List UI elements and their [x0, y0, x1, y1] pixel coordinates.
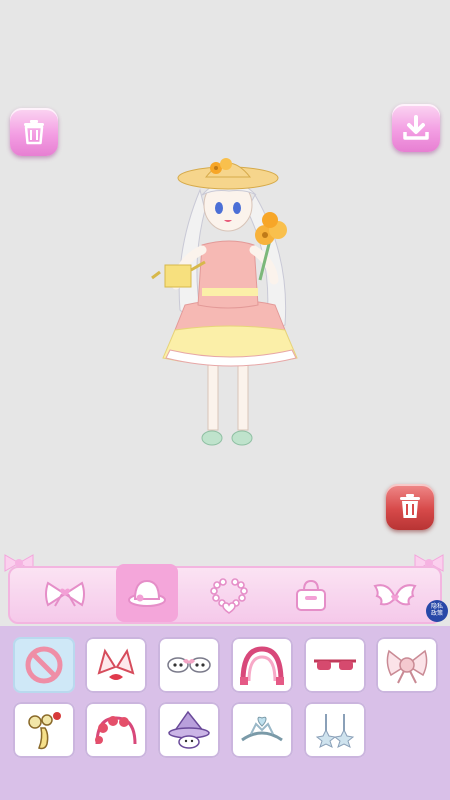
bow-icon: [45, 581, 85, 607]
hat-icon: [128, 579, 166, 607]
tab-wings[interactable]: [362, 564, 424, 622]
wings-icon: [373, 584, 417, 606]
item-sunglasses[interactable]: [304, 637, 366, 693]
item-tiara[interactable]: [231, 702, 293, 758]
privacy-policy-label: 隐私政策: [430, 604, 443, 617]
cat-ears-icon: [97, 648, 135, 680]
item-none[interactable]: [13, 637, 75, 693]
dressed-character: [151, 158, 298, 446]
item-cherry-clip[interactable]: [13, 702, 75, 758]
item-star-earrings[interactable]: [304, 702, 366, 758]
dressup-stage: [0, 0, 450, 555]
download-icon: [403, 115, 429, 140]
tab-bag[interactable]: [280, 564, 342, 622]
items-panel: [0, 626, 450, 800]
flower-bow-icon: [386, 649, 428, 684]
none-icon: [25, 646, 63, 684]
tab-necklace[interactable]: [198, 564, 260, 622]
item-bunny-headband[interactable]: [158, 637, 220, 693]
tiara-icon: [241, 716, 283, 742]
witch-hat-cat-icon: [168, 710, 210, 749]
bunny-headband-icon: [167, 657, 211, 673]
floral-arch-icon: [240, 646, 284, 685]
necklace-icon: [210, 578, 248, 614]
privacy-policy-button[interactable]: 隐私政策: [426, 600, 448, 622]
trash-icon: [400, 494, 420, 518]
delete-item-button[interactable]: [386, 484, 434, 530]
tab-hat[interactable]: [116, 564, 178, 622]
clear-all-button[interactable]: [10, 108, 58, 156]
sunglasses-icon: [314, 659, 356, 670]
item-cat-ears[interactable]: [85, 637, 147, 693]
cherry-clip-icon: [28, 712, 61, 750]
item-floral-arch[interactable]: [231, 637, 293, 693]
bag-icon: [296, 579, 326, 611]
rose-headband-icon: [95, 716, 137, 745]
category-toolbar: 隐私政策: [0, 552, 450, 626]
item-witch-hat-cat[interactable]: [158, 702, 220, 758]
save-download-button[interactable]: [392, 104, 440, 152]
tab-bow[interactable]: [34, 564, 96, 622]
trash-icon: [24, 120, 44, 145]
star-earrings-icon: [315, 714, 355, 748]
item-flower-bow[interactable]: [376, 637, 438, 693]
item-rose-headband[interactable]: [85, 702, 147, 758]
